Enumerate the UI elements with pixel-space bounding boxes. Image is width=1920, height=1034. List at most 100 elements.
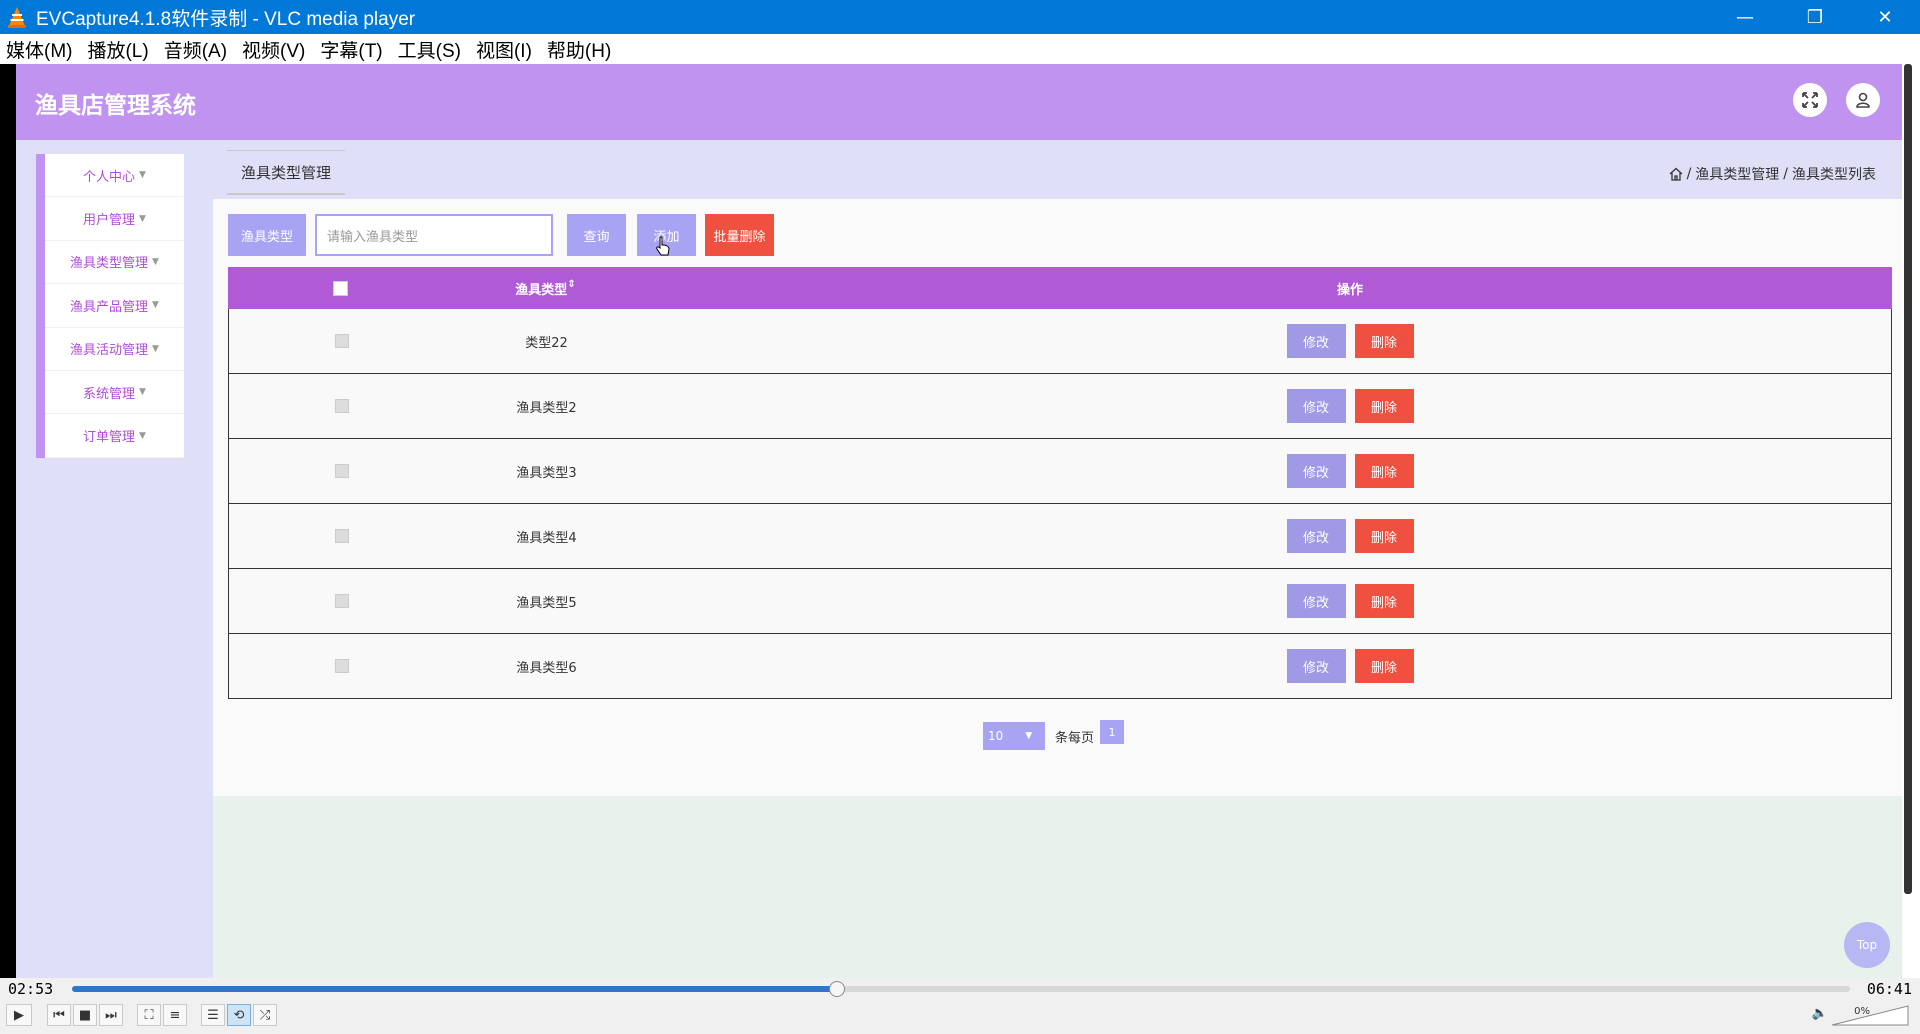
- page-footer-area: [213, 796, 1902, 978]
- menu-help[interactable]: 帮助(H): [547, 36, 611, 63]
- query-button[interactable]: 查询: [567, 214, 626, 256]
- edit-button[interactable]: 修改: [1286, 389, 1346, 423]
- sidebar-item-label: 渔具类型管理: [70, 256, 149, 272]
- menu-media[interactable]: 媒体(M): [6, 36, 72, 63]
- menu-audio[interactable]: 音频(A): [164, 36, 227, 63]
- fullscreen-icon[interactable]: [1793, 83, 1827, 117]
- loop-icon[interactable]: ⟲: [227, 1004, 251, 1026]
- seek-handle[interactable]: [828, 981, 845, 997]
- select-all-checkbox[interactable]: [333, 280, 348, 296]
- row-checkbox[interactable]: [334, 659, 349, 673]
- volume-level: 0%: [1854, 1006, 1870, 1017]
- caret-down-icon: ▼: [139, 387, 146, 398]
- close-button[interactable]: ✕: [1850, 0, 1920, 34]
- sidebar-item-label: 系统管理: [83, 386, 136, 402]
- shuffle-icon[interactable]: ⤮: [253, 1004, 277, 1026]
- sidebar-item-order-management[interactable]: 订单管理 ▼: [45, 414, 184, 458]
- caret-down-icon: ▼: [139, 213, 146, 224]
- elapsed-time: 02:53: [8, 980, 54, 998]
- extended-settings-icon[interactable]: ≡: [163, 1004, 187, 1026]
- chevron-down-icon: ▼: [1025, 731, 1033, 741]
- column-header-label: 渔具类型: [515, 282, 568, 298]
- playlist-icon[interactable]: ☰: [201, 1004, 225, 1026]
- sidebar-item-activity-management[interactable]: 渔具活动管理 ▼: [45, 328, 184, 371]
- sidebar-item-product-management[interactable]: 渔具产品管理 ▼: [45, 284, 184, 328]
- edit-button[interactable]: 修改: [1286, 584, 1346, 618]
- caret-down-icon: ▼: [152, 300, 159, 311]
- menu-bar: 媒体(M) 播放(L) 音频(A) 视频(V) 字幕(T) 工具(S) 视图(I…: [0, 34, 1920, 64]
- seek-bar[interactable]: [72, 986, 1850, 992]
- page-1-button[interactable]: 1: [1100, 720, 1125, 744]
- cell-type-name: 渔具类型3: [516, 465, 577, 481]
- delete-button[interactable]: 删除: [1354, 519, 1414, 553]
- page-size-select[interactable]: 10 ▼: [983, 722, 1045, 750]
- restore-button[interactable]: ❐: [1780, 0, 1850, 34]
- minimize-button[interactable]: —: [1710, 0, 1780, 34]
- delete-button[interactable]: 删除: [1354, 584, 1414, 618]
- hand-cursor-icon: [656, 236, 670, 256]
- menu-tools[interactable]: 工具(S): [398, 36, 461, 63]
- sidebar-item-label: 用户管理: [83, 213, 136, 229]
- sidebar-item-label: 订单管理: [83, 430, 136, 446]
- cell-type-name: 渔具类型6: [516, 660, 577, 676]
- back-to-top-button[interactable]: Top: [1844, 922, 1890, 968]
- volume-slider[interactable]: [1830, 1004, 1910, 1026]
- total-time: 06:41: [1866, 980, 1912, 998]
- delete-button[interactable]: 删除: [1354, 389, 1414, 423]
- table-row: 渔具类型3 修改 删除: [228, 439, 1892, 504]
- breadcrumb-level1[interactable]: 渔具类型管理: [1695, 164, 1779, 184]
- edit-button[interactable]: 修改: [1286, 324, 1346, 358]
- sidebar-item-system-management[interactable]: 系统管理 ▼: [45, 371, 184, 415]
- pagination: 10 ▼ 条每页 1: [983, 720, 1125, 750]
- menu-subtitle[interactable]: 字幕(T): [320, 36, 382, 63]
- table-row: 类型22 修改 删除: [228, 309, 1892, 374]
- fullscreen-toggle-icon[interactable]: ⛶: [137, 1004, 161, 1026]
- sidebar-item-user-management[interactable]: 用户管理 ▼: [45, 197, 184, 241]
- play-icon[interactable]: ▶: [6, 1004, 32, 1026]
- delete-button[interactable]: 删除: [1354, 454, 1414, 488]
- page-size-value: 10: [988, 729, 1004, 743]
- table-row: 渔具类型5 修改 删除: [228, 569, 1892, 634]
- delete-button[interactable]: 删除: [1354, 324, 1414, 358]
- sidebar-item-label: 渔具产品管理: [70, 299, 149, 315]
- next-icon[interactable]: ⏭: [99, 1004, 123, 1026]
- menu-video[interactable]: 视频(V): [242, 36, 305, 63]
- menu-view[interactable]: 视图(I): [476, 36, 532, 63]
- video-area[interactable]: 渔具店管理系统 个人中心 ▼ 用户管理 ▼ 渔具类型管理 ▼ 渔具产品管理 ▼ 渔具活动…: [0, 64, 1920, 978]
- sidebar-item-label: 个人中心: [83, 169, 136, 185]
- types-table: 渔具类型 ⇕ 操作 类型22 修改 删除 渔具类型2 修改 删除 渔具类型3 修改 删除…: [228, 267, 1892, 699]
- home-icon[interactable]: [1669, 167, 1683, 181]
- sort-icon[interactable]: ⇕: [567, 279, 575, 298]
- row-checkbox[interactable]: [334, 529, 349, 543]
- sidebar-item-type-management[interactable]: 渔具类型管理 ▼: [45, 241, 184, 285]
- stop-icon[interactable]: ■: [73, 1004, 97, 1026]
- breadcrumb-level2: 渔具类型列表: [1792, 167, 1876, 183]
- tab-type-management[interactable]: 渔具类型管理: [227, 150, 346, 195]
- menu-playback[interactable]: 播放(L): [87, 36, 148, 63]
- content-topbar: 渔具类型管理 / 渔具类型管理 / 渔具类型列表: [213, 140, 1902, 199]
- row-checkbox[interactable]: [334, 464, 349, 478]
- vlc-cone-icon: [8, 7, 26, 28]
- row-checkbox[interactable]: [334, 334, 349, 348]
- app-title: 渔具店管理系统: [35, 93, 196, 119]
- page-scrollbar[interactable]: [1904, 64, 1912, 894]
- edit-button[interactable]: 修改: [1286, 649, 1346, 683]
- user-avatar-icon[interactable]: [1846, 83, 1880, 117]
- column-header-ops: 操作: [1336, 282, 1363, 298]
- previous-icon[interactable]: ⏮: [47, 1004, 71, 1026]
- row-checkbox[interactable]: [334, 399, 349, 413]
- sidebar-menu: 个人中心 ▼ 用户管理 ▼ 渔具类型管理 ▼ 渔具产品管理 ▼ 渔具活动管理 ▼ 系统管理…: [36, 154, 184, 458]
- search-input[interactable]: 请输入渔具类型: [315, 214, 553, 256]
- batch-delete-button[interactable]: 批量删除: [705, 214, 774, 256]
- breadcrumb-separator: /: [1686, 166, 1692, 182]
- edit-button[interactable]: 修改: [1286, 454, 1346, 488]
- breadcrumb-separator: /: [1783, 166, 1788, 182]
- edit-button[interactable]: 修改: [1286, 519, 1346, 553]
- speaker-icon[interactable]: 🔈: [1812, 1006, 1828, 1021]
- sidebar-item-personal-center[interactable]: 个人中心 ▼: [45, 154, 184, 198]
- row-checkbox[interactable]: [334, 594, 349, 608]
- delete-button[interactable]: 删除: [1354, 649, 1414, 683]
- search-label: 渔具类型: [228, 214, 306, 256]
- player-controls: 02:53 06:41 ▶ ⏮ ■ ⏭ ⛶ ≡ ☰ ⟲ ⤮ 🔈 0%: [0, 978, 1920, 1034]
- column-header-type[interactable]: 渔具类型 ⇕: [453, 279, 638, 298]
